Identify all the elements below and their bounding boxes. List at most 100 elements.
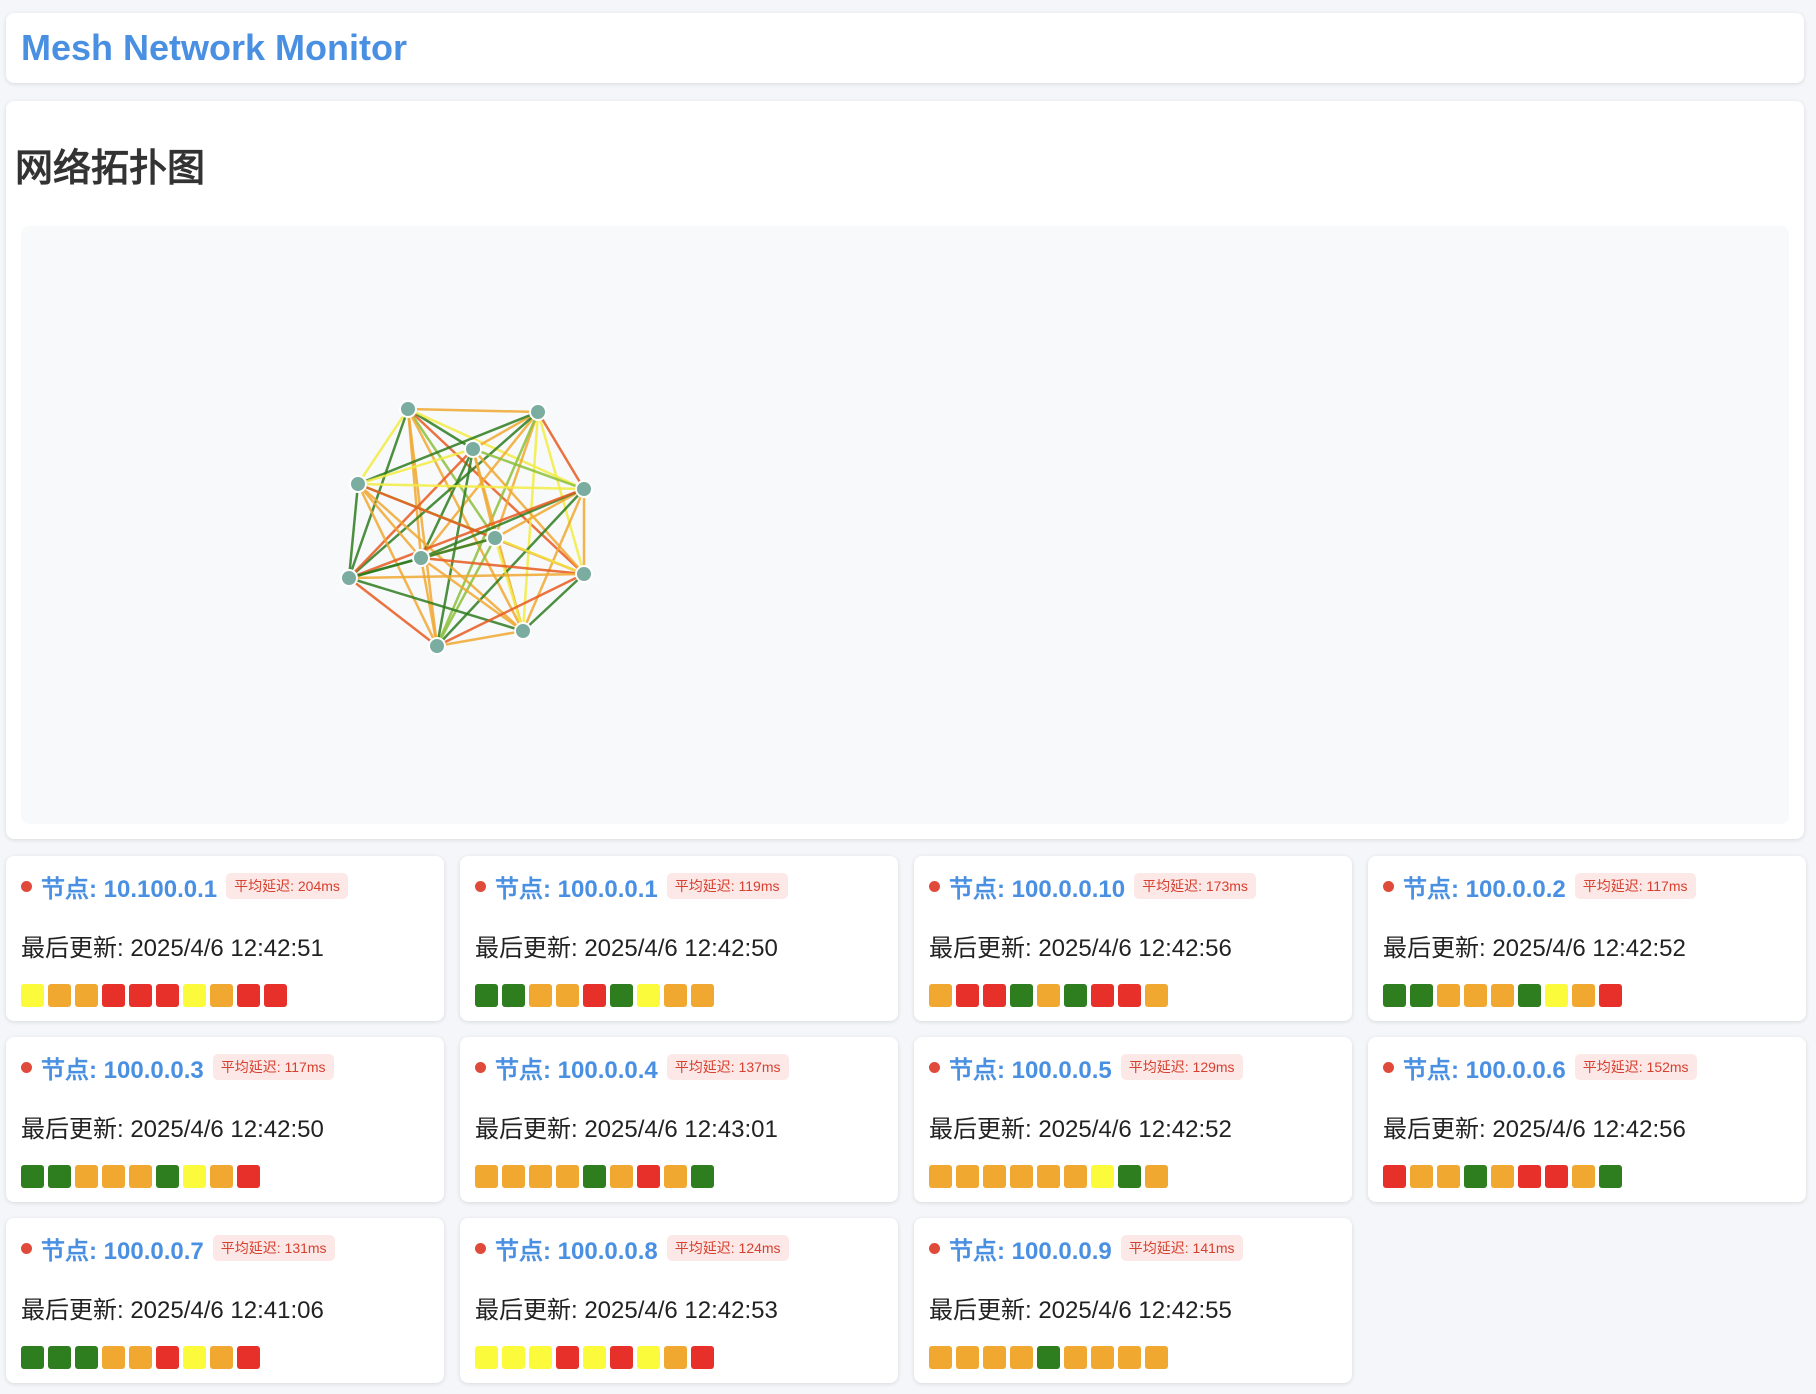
latency-sample[interactable] [75, 984, 98, 1007]
topology-node[interactable] [428, 637, 446, 655]
latency-sample[interactable] [1599, 1165, 1622, 1188]
node-title[interactable]: 节点: 100.0.0.1 [495, 869, 658, 904]
latency-sample[interactable] [21, 984, 44, 1007]
latency-sample[interactable] [1599, 984, 1622, 1007]
latency-sample[interactable] [183, 1346, 206, 1369]
topology-node[interactable] [529, 403, 547, 421]
node-title[interactable]: 节点: 100.0.0.8 [495, 1231, 658, 1266]
latency-sample[interactable] [210, 1165, 233, 1188]
latency-sample[interactable] [1064, 1165, 1087, 1188]
latency-sample[interactable] [1464, 984, 1487, 1007]
latency-sample[interactable] [556, 1165, 579, 1188]
latency-sample[interactable] [1518, 1165, 1541, 1188]
latency-sample[interactable] [1145, 1165, 1168, 1188]
node-card[interactable]: 节点: 100.0.0.2 平均延迟: 117ms 最后更新: 2025/4/6… [1368, 856, 1806, 1021]
latency-sample[interactable] [475, 1165, 498, 1188]
topology-node[interactable] [575, 480, 593, 498]
latency-sample[interactable] [1145, 984, 1168, 1007]
latency-sample[interactable] [237, 1346, 260, 1369]
latency-sample[interactable] [929, 1346, 952, 1369]
latency-sample[interactable] [75, 1165, 98, 1188]
latency-sample[interactable] [48, 1165, 71, 1188]
latency-sample[interactable] [1010, 1346, 1033, 1369]
latency-sample[interactable] [1383, 984, 1406, 1007]
latency-sample[interactable] [210, 984, 233, 1007]
latency-sample[interactable] [156, 1165, 179, 1188]
latency-sample[interactable] [1118, 1165, 1141, 1188]
latency-sample[interactable] [1037, 984, 1060, 1007]
latency-sample[interactable] [956, 984, 979, 1007]
latency-sample[interactable] [502, 984, 525, 1007]
latency-sample[interactable] [691, 984, 714, 1007]
topology-node[interactable] [412, 549, 430, 567]
latency-sample[interactable] [691, 1165, 714, 1188]
latency-sample[interactable] [475, 984, 498, 1007]
latency-sample[interactable] [237, 1165, 260, 1188]
node-title[interactable]: 节点: 100.0.0.9 [949, 1231, 1112, 1266]
latency-sample[interactable] [583, 1165, 606, 1188]
latency-sample[interactable] [637, 984, 660, 1007]
latency-sample[interactable] [237, 984, 260, 1007]
latency-sample[interactable] [21, 1346, 44, 1369]
topology-node[interactable] [399, 400, 417, 418]
node-card[interactable]: 节点: 100.0.0.4 平均延迟: 137ms 最后更新: 2025/4/6… [460, 1037, 898, 1202]
node-card[interactable]: 节点: 10.100.0.1 平均延迟: 204ms 最后更新: 2025/4/… [6, 856, 444, 1021]
latency-sample[interactable] [156, 984, 179, 1007]
latency-sample[interactable] [637, 1346, 660, 1369]
latency-sample[interactable] [929, 1165, 952, 1188]
latency-sample[interactable] [1091, 984, 1114, 1007]
latency-sample[interactable] [929, 984, 952, 1007]
latency-sample[interactable] [956, 1346, 979, 1369]
node-card[interactable]: 节点: 100.0.0.7 平均延迟: 131ms 最后更新: 2025/4/6… [6, 1218, 444, 1383]
node-card[interactable]: 节点: 100.0.0.3 平均延迟: 117ms 最后更新: 2025/4/6… [6, 1037, 444, 1202]
latency-sample[interactable] [183, 984, 206, 1007]
latency-sample[interactable] [691, 1346, 714, 1369]
latency-sample[interactable] [529, 1346, 552, 1369]
latency-sample[interactable] [210, 1346, 233, 1369]
latency-sample[interactable] [583, 1346, 606, 1369]
latency-sample[interactable] [1383, 1165, 1406, 1188]
latency-sample[interactable] [156, 1346, 179, 1369]
node-title[interactable]: 节点: 10.100.0.1 [41, 869, 217, 904]
latency-sample[interactable] [610, 984, 633, 1007]
node-title[interactable]: 节点: 100.0.0.2 [1403, 869, 1566, 904]
latency-sample[interactable] [264, 984, 287, 1007]
latency-sample[interactable] [102, 1165, 125, 1188]
latency-sample[interactable] [664, 1165, 687, 1188]
latency-sample[interactable] [529, 984, 552, 1007]
latency-sample[interactable] [1037, 1346, 1060, 1369]
latency-sample[interactable] [1010, 984, 1033, 1007]
latency-sample[interactable] [1118, 1346, 1141, 1369]
latency-sample[interactable] [556, 1346, 579, 1369]
latency-sample[interactable] [983, 984, 1006, 1007]
latency-sample[interactable] [75, 1346, 98, 1369]
latency-sample[interactable] [1437, 1165, 1460, 1188]
latency-sample[interactable] [1572, 1165, 1595, 1188]
latency-sample[interactable] [102, 984, 125, 1007]
latency-sample[interactable] [1491, 984, 1514, 1007]
node-title[interactable]: 节点: 100.0.0.10 [949, 869, 1125, 904]
latency-sample[interactable] [48, 1346, 71, 1369]
latency-sample[interactable] [1091, 1346, 1114, 1369]
latency-sample[interactable] [502, 1165, 525, 1188]
latency-sample[interactable] [1010, 1165, 1033, 1188]
latency-sample[interactable] [983, 1165, 1006, 1188]
node-card[interactable]: 节点: 100.0.0.6 平均延迟: 152ms 最后更新: 2025/4/6… [1368, 1037, 1806, 1202]
latency-sample[interactable] [1091, 1165, 1114, 1188]
node-card[interactable]: 节点: 100.0.0.9 平均延迟: 141ms 最后更新: 2025/4/6… [914, 1218, 1352, 1383]
node-card[interactable]: 节点: 100.0.0.10 平均延迟: 173ms 最后更新: 2025/4/… [914, 856, 1352, 1021]
latency-sample[interactable] [102, 1346, 125, 1369]
topology-node[interactable] [486, 529, 504, 547]
latency-sample[interactable] [1410, 984, 1433, 1007]
topology-node[interactable] [514, 622, 532, 640]
latency-sample[interactable] [610, 1346, 633, 1369]
node-card[interactable]: 节点: 100.0.0.5 平均延迟: 129ms 最后更新: 2025/4/6… [914, 1037, 1352, 1202]
latency-sample[interactable] [502, 1346, 525, 1369]
topology-node[interactable] [349, 475, 367, 493]
node-card[interactable]: 节点: 100.0.0.8 平均延迟: 124ms 最后更新: 2025/4/6… [460, 1218, 898, 1383]
latency-sample[interactable] [1437, 984, 1460, 1007]
topology-canvas[interactable] [21, 226, 1789, 824]
latency-sample[interactable] [1064, 984, 1087, 1007]
latency-sample[interactable] [556, 984, 579, 1007]
latency-sample[interactable] [956, 1165, 979, 1188]
